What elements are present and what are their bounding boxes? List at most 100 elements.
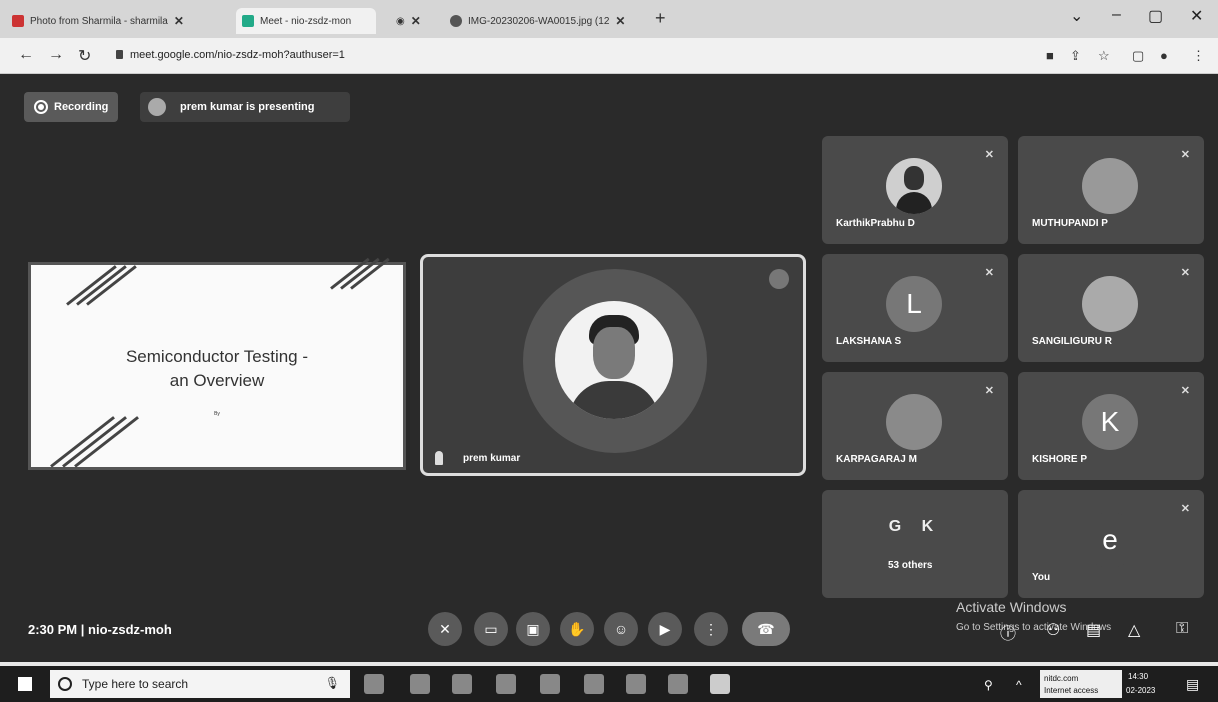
mic-off-icon: ✕ — [439, 621, 451, 637]
microphone-icon[interactable]: 🎙 — [325, 676, 340, 690]
tab-photo[interactable]: Photo from Sharmila - sharmila ✕ — [12, 8, 222, 34]
host-controls-icon[interactable]: ⚿ — [1176, 620, 1188, 638]
maximize-button[interactable]: ▢ — [1148, 6, 1163, 26]
edge-icon[interactable] — [410, 674, 430, 694]
app-icon[interactable] — [540, 674, 560, 694]
notification-icon[interactable]: ▤ — [1186, 676, 1199, 693]
present-button[interactable]: ▶ — [648, 612, 682, 646]
minimize-button[interactable]: – — [1112, 6, 1121, 24]
mail-icon[interactable] — [496, 674, 516, 694]
store-icon[interactable] — [452, 674, 472, 694]
lock-icon — [116, 50, 123, 59]
people-icon[interactable]: ⚇ — [1046, 620, 1060, 640]
participant-tile[interactable]: ✕ KarthikPrabhu D — [822, 136, 1008, 244]
windows-taskbar: Type here to search 🎙 ⚲ ^ nitdc.com Inte… — [0, 666, 1218, 702]
chrome-icon[interactable] — [584, 674, 604, 694]
address-bar: ← → ↻ meet.google.com/nio-zsdz-moh?authu… — [0, 38, 1218, 74]
gmail-icon — [12, 15, 24, 27]
clock-time[interactable]: 14:30 — [1128, 672, 1148, 681]
participant-name: MUTHUPANDI P — [1032, 218, 1108, 229]
network-tooltip: nitdc.com Internet access — [1040, 670, 1122, 698]
recording-icon: ◉ — [396, 15, 405, 27]
close-window-button[interactable]: ✕ — [1190, 6, 1203, 26]
back-button[interactable]: ← — [18, 46, 34, 64]
participant-avatar — [886, 158, 942, 214]
presenting-banner[interactable]: prem kumar is presenting — [140, 92, 350, 122]
url-field[interactable]: meet.google.com/nio-zsdz-moh?authuser=1 — [130, 49, 345, 61]
bookmark-star-icon[interactable]: ☆ — [1098, 48, 1110, 64]
presentation-tile[interactable]: Semiconductor Testing - an Overview By — [28, 257, 406, 470]
close-icon[interactable]: ✕ — [411, 14, 421, 28]
taskbar-search[interactable]: Type here to search 🎙 — [50, 670, 350, 698]
forward-button[interactable]: → — [48, 46, 64, 64]
task-view-icon[interactable] — [364, 674, 384, 694]
search-placeholder: Type here to search — [82, 677, 189, 691]
share-icon[interactable]: ⇪ — [1070, 48, 1081, 64]
chat-icon[interactable]: ▤ — [1086, 620, 1101, 640]
speaker-tile[interactable]: prem kumar — [420, 254, 806, 476]
tab-search-icon[interactable]: ⌄ — [1070, 6, 1083, 26]
participant-tile[interactable]: K ✕ KISHORE P — [1018, 372, 1204, 480]
windows-start-icon[interactable] — [18, 677, 32, 691]
side-panel-icon[interactable]: ▢ — [1132, 48, 1144, 64]
self-tile[interactable]: e ✕ You — [1018, 490, 1204, 598]
participant-avatar — [886, 394, 942, 450]
participant-tile[interactable]: L ✕ LAKSHANA S — [822, 254, 1008, 362]
meeting-info: 2:30 PM | nio-zsdz-moh — [28, 622, 172, 637]
mic-off-icon: ✕ — [1180, 149, 1190, 161]
raise-hand-button[interactable]: ✋ — [560, 612, 594, 646]
participant-name: KARPAGARAJ M — [836, 454, 917, 465]
participant-tile[interactable]: ✕ MUTHUPANDI P — [1018, 136, 1204, 244]
kebab-icon: ⋮ — [704, 621, 718, 637]
profile-avatar[interactable]: ● — [1160, 48, 1168, 63]
mic-off-icon: ✕ — [984, 267, 994, 279]
close-icon[interactable]: ✕ — [615, 14, 625, 28]
mic-off-icon: ✕ — [984, 149, 994, 161]
slide-decoration — [76, 265, 127, 306]
activate-windows-title: Activate Windows — [956, 599, 1067, 615]
tab-title: IMG-20230206-WA0015.jpg (12 — [468, 15, 610, 27]
activities-icon[interactable]: △ — [1128, 620, 1140, 640]
tab-image[interactable]: IMG-20230206-WA0015.jpg (12 ✕ — [450, 8, 646, 34]
leave-call-button[interactable]: ☎ — [742, 612, 790, 646]
pin-icon[interactable] — [435, 451, 443, 465]
participant-initial: e — [1082, 512, 1138, 568]
slide-subtitle: an Overview — [169, 371, 265, 390]
tab-recording[interactable]: ◉ ✕ — [396, 8, 436, 34]
reload-button[interactable]: ↻ — [78, 46, 91, 66]
info-icon[interactable]: ⓘ — [1000, 620, 1016, 644]
captions-icon: ▣ — [526, 621, 540, 637]
recording-label: Recording — [54, 101, 109, 113]
participant-name: KISHORE P — [1032, 454, 1088, 465]
recording-indicator[interactable]: Recording — [24, 92, 119, 122]
participant-tile[interactable]: ✕ SANGILIGURU R — [1018, 254, 1204, 362]
tab-meet[interactable]: Meet - nio-zsdz-mon — [236, 8, 376, 34]
mic-off-icon: ✕ — [1180, 503, 1190, 515]
more-options-button[interactable]: ⋮ — [694, 612, 728, 646]
close-icon[interactable]: ✕ — [174, 14, 184, 28]
menu-kebab-icon[interactable]: ⋮ — [1192, 48, 1205, 64]
mic-toggle-button[interactable]: ✕ — [428, 612, 462, 646]
new-tab-button[interactable]: + — [655, 8, 666, 29]
camera-icon[interactable]: ■ — [1046, 48, 1054, 63]
chrome-icon[interactable] — [626, 674, 646, 694]
chevron-up-icon[interactable]: ^ — [1016, 678, 1022, 692]
word-icon[interactable] — [710, 674, 730, 694]
captions-button[interactable]: ▣ — [516, 612, 550, 646]
participant-tile[interactable]: ✕ KARPAGARAJ M — [822, 372, 1008, 480]
speaker-avatar — [555, 301, 673, 419]
app-icon[interactable] — [668, 674, 688, 694]
tab-title: Photo from Sharmila - sharmila — [30, 15, 168, 27]
reactions-button[interactable]: ☺ — [604, 612, 638, 646]
network-status: Internet access — [1044, 686, 1099, 695]
network-name: nitdc.com — [1044, 674, 1079, 683]
participant-name: You — [1032, 572, 1051, 583]
camera-toggle-button[interactable]: ▭ — [474, 612, 508, 646]
others-tile[interactable]: G K 53 others — [822, 490, 1008, 598]
globe-icon — [450, 15, 462, 27]
clock-date[interactable]: 02-2023 — [1126, 686, 1155, 695]
participant-name: SANGILIGURU R — [1032, 336, 1112, 347]
present-icon: ▶ — [659, 621, 671, 637]
meeting-time: 2:30 PM — [28, 622, 78, 637]
people-tray-icon[interactable]: ⚲ — [984, 678, 993, 692]
